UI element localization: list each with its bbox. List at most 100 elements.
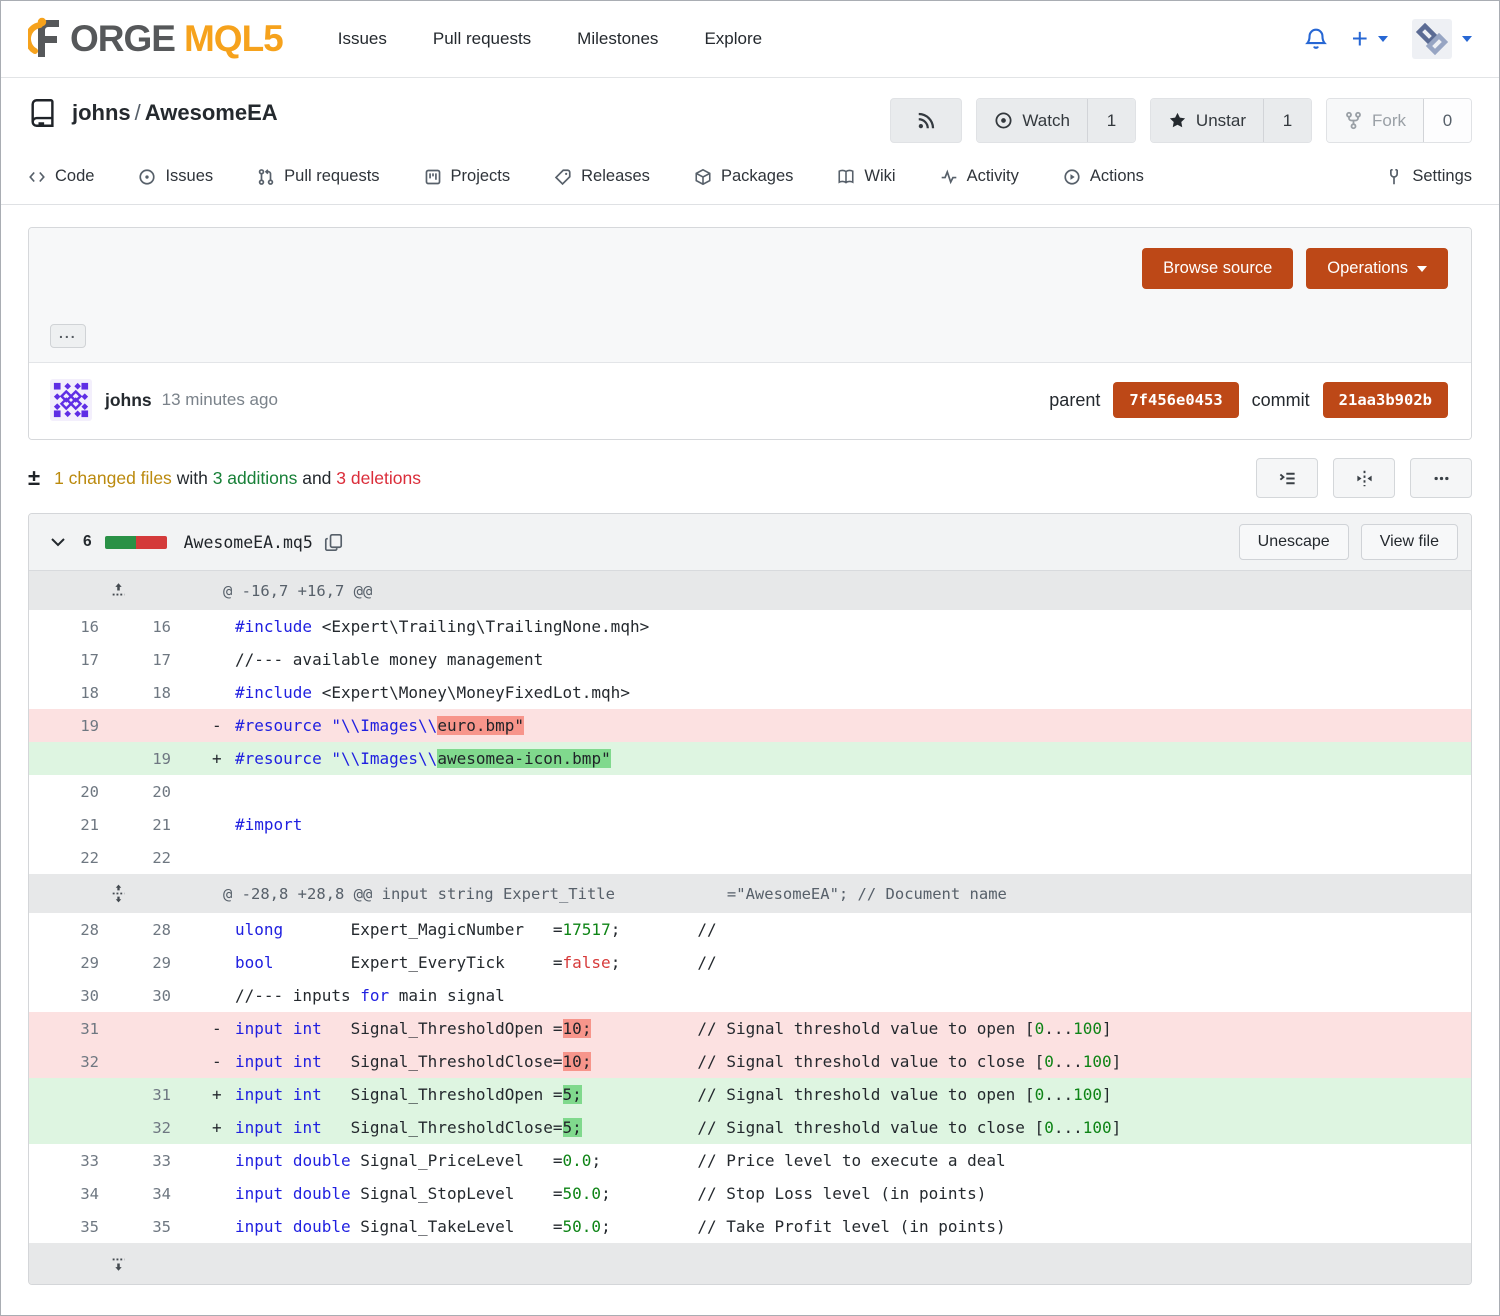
unstar-button[interactable]: Unstar [1151, 99, 1263, 142]
parent-sha-button[interactable]: 7f456e0453 [1113, 382, 1238, 418]
tab-settings[interactable]: Settings [1385, 149, 1472, 204]
new-line-number[interactable]: 29 [129, 954, 207, 972]
old-line-number[interactable]: 29 [29, 954, 129, 972]
new-line-number[interactable]: 34 [129, 1185, 207, 1203]
watch-button[interactable]: Watch [977, 99, 1087, 142]
nav-link-explore[interactable]: Explore [704, 29, 762, 49]
expand-up-icon[interactable] [29, 582, 207, 599]
repo-icon [28, 98, 58, 128]
view-file-button[interactable]: View file [1361, 524, 1458, 560]
browse-source-button[interactable]: Browse source [1142, 248, 1293, 289]
collapse-file-chevron-icon[interactable] [50, 534, 66, 550]
user-menu[interactable] [1412, 19, 1472, 59]
old-line-number[interactable]: 18 [29, 684, 129, 702]
split-view-button[interactable] [1333, 458, 1395, 498]
watch-count[interactable]: 1 [1087, 99, 1135, 142]
commit-message-header: Browse source Operations ... [29, 228, 1471, 363]
author-avatar[interactable] [50, 379, 92, 421]
old-line-number[interactable]: 17 [29, 651, 129, 669]
new-line-number[interactable]: 22 [129, 849, 207, 867]
new-line-number[interactable]: 21 [129, 816, 207, 834]
diff-marker: + [207, 749, 235, 768]
old-line-number[interactable]: 30 [29, 987, 129, 1005]
diff-stats-row: ± 1 changed files with 3 additions and 3… [28, 455, 1472, 501]
user-avatar [1412, 19, 1452, 59]
old-line-number[interactable]: 21 [29, 816, 129, 834]
diff-row-ctx: 2121 #import [29, 808, 1471, 841]
tab-code[interactable]: Code [28, 149, 94, 204]
new-line-number[interactable]: 20 [129, 783, 207, 801]
eye-icon [994, 111, 1013, 130]
repo-title: johns/AwesomeEA [28, 98, 278, 128]
tab-projects[interactable]: Projects [424, 149, 511, 204]
old-line-number[interactable]: 28 [29, 921, 129, 939]
old-line-number[interactable]: 20 [29, 783, 129, 801]
old-line-number[interactable]: 32 [29, 1053, 129, 1071]
new-line-number[interactable]: 30 [129, 987, 207, 1005]
projects-icon [424, 168, 442, 186]
old-line-number[interactable]: 33 [29, 1152, 129, 1170]
tab-releases[interactable]: Releases [554, 149, 650, 204]
new-line-number[interactable]: 19 [129, 750, 207, 768]
diff-row-ctx: 2222 [29, 841, 1471, 874]
new-line-number[interactable]: 17 [129, 651, 207, 669]
expand-down-icon[interactable] [29, 1255, 207, 1272]
commit-message-more-button[interactable]: ... [50, 324, 86, 348]
expand-both-icon[interactable] [29, 884, 207, 903]
site-logo[interactable]: ORGE MQL5 [28, 17, 283, 61]
copy-path-icon[interactable] [324, 533, 343, 552]
commit-author-link[interactable]: johns [105, 390, 152, 411]
old-line-number[interactable]: 31 [29, 1020, 129, 1038]
unescape-button[interactable]: Unescape [1239, 524, 1349, 560]
diff-marker: - [207, 1019, 235, 1038]
create-new-menu[interactable]: + [1352, 25, 1388, 53]
code-line: #include <Expert\Money\MoneyFixedLot.mqh… [235, 683, 1471, 702]
new-line-number[interactable]: 32 [129, 1119, 207, 1137]
diff-marker: - [207, 716, 235, 735]
diff-table-body: @ -16,7 +16,7 @@1616#include <Expert\Tra… [29, 571, 1471, 1284]
new-line-number[interactable]: 28 [129, 921, 207, 939]
new-line-number[interactable]: 33 [129, 1152, 207, 1170]
tab-activity[interactable]: Activity [940, 149, 1019, 204]
tab-packages[interactable]: Packages [694, 149, 793, 204]
old-line-number[interactable]: 35 [29, 1218, 129, 1236]
tab-issues[interactable]: Issues [138, 149, 213, 204]
code-line: #import [235, 815, 1471, 834]
old-line-number[interactable]: 22 [29, 849, 129, 867]
chevron-down-icon [1378, 36, 1388, 42]
tab-wiki[interactable]: Wiki [837, 149, 895, 204]
new-line-number[interactable]: 18 [129, 684, 207, 702]
diff-row-ctx: 3030//--- inputs for main signal [29, 979, 1471, 1012]
tab-actions[interactable]: Actions [1063, 149, 1144, 204]
notifications-bell-icon[interactable] [1304, 27, 1328, 51]
pulse-icon [940, 168, 958, 186]
new-line-number[interactable]: 35 [129, 1218, 207, 1236]
commit-label: commit [1252, 390, 1310, 411]
old-line-number[interactable]: 34 [29, 1185, 129, 1203]
old-line-number[interactable]: 19 [29, 717, 129, 735]
operations-button[interactable]: Operations [1306, 248, 1448, 289]
old-line-number[interactable]: 16 [29, 618, 129, 636]
diff-file-header: 6 AwesomeEA.mq5 Unescape View file [29, 514, 1471, 571]
fork-count[interactable]: 0 [1423, 99, 1471, 142]
star-count[interactable]: 1 [1263, 99, 1311, 142]
tab-pull-requests[interactable]: Pull requests [257, 149, 379, 204]
new-line-number[interactable]: 31 [129, 1086, 207, 1104]
code-line: bool Expert_EveryTick =false; // [235, 953, 1471, 972]
nav-link-pull-requests[interactable]: Pull requests [433, 29, 531, 49]
commit-time: 13 minutes ago [162, 390, 278, 410]
diff-row-del: 31-input int Signal_ThresholdOpen =10; /… [29, 1012, 1471, 1045]
commit-sha-button[interactable]: 21aa3b902b [1323, 382, 1448, 418]
repo-name-link[interactable]: AwesomeEA [145, 100, 278, 125]
fork-button[interactable]: Fork [1327, 99, 1423, 142]
rss-feed-button[interactable] [890, 98, 962, 143]
new-line-number[interactable]: 16 [129, 618, 207, 636]
file-tree-toggle-button[interactable] [1256, 458, 1318, 498]
code-line: #include <Expert\Trailing\TrailingNone.m… [235, 617, 1471, 636]
tools-icon [1385, 168, 1403, 186]
nav-link-issues[interactable]: Issues [338, 29, 387, 49]
repo-owner-link[interactable]: johns [72, 100, 131, 125]
diff-options-button[interactable] [1410, 458, 1472, 498]
chevron-down-icon [1462, 36, 1472, 42]
nav-link-milestones[interactable]: Milestones [577, 29, 658, 49]
